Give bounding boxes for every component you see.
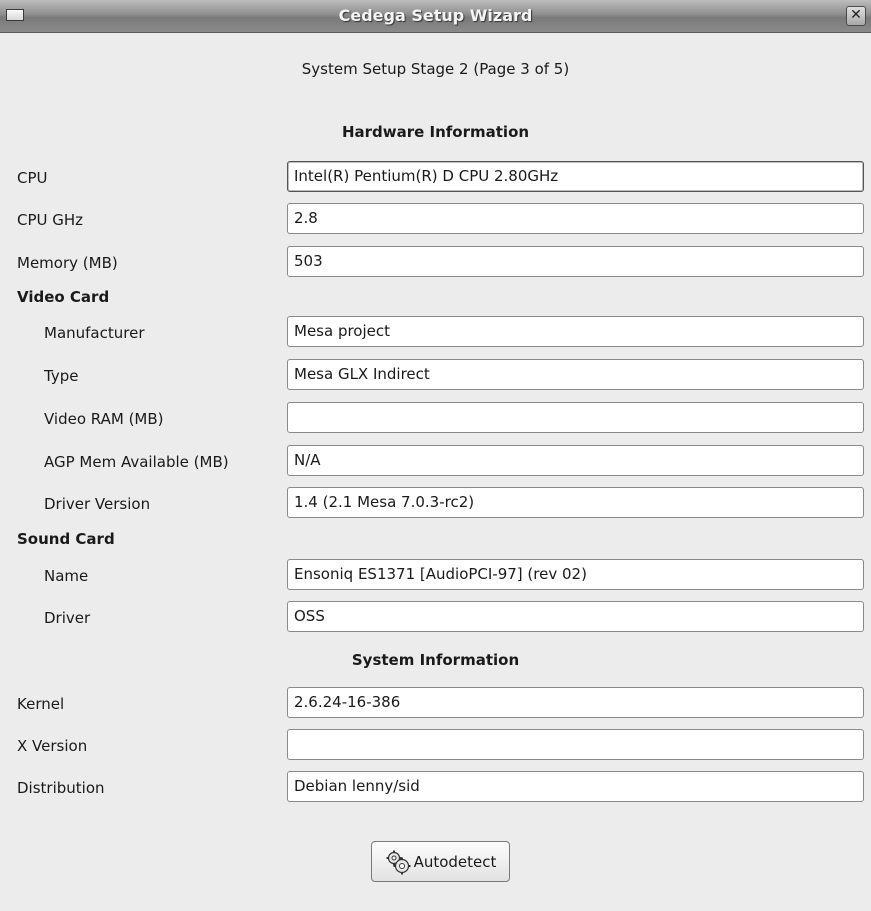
agp-mem-label: AGP Mem Available (MB) bbox=[44, 453, 229, 471]
memory-label: Memory (MB) bbox=[17, 254, 118, 272]
video-ram-label: Video RAM (MB) bbox=[44, 410, 164, 428]
x-version-field[interactable] bbox=[287, 729, 864, 760]
stage-indicator: System Setup Stage 2 (Page 3 of 5) bbox=[301, 60, 570, 78]
sound-name-label: Name bbox=[44, 567, 89, 585]
cpu-label: CPU bbox=[17, 169, 48, 187]
manufacturer-field[interactable]: Mesa project bbox=[287, 316, 864, 347]
sound-driver-field[interactable]: OSS bbox=[287, 601, 864, 632]
cpu-ghz-field[interactable]: 2.8 bbox=[287, 203, 864, 234]
cpu-ghz-label: CPU GHz bbox=[17, 211, 84, 229]
system-heading: System Information bbox=[351, 651, 520, 669]
driver-version-label: Driver Version bbox=[44, 495, 151, 513]
driver-version-field[interactable]: 1.4 (2.1 Mesa 7.0.3-rc2) bbox=[287, 487, 864, 518]
gears-icon bbox=[385, 849, 411, 875]
hardware-heading: Hardware Information bbox=[341, 123, 530, 141]
title-bar: Cedega Setup Wizard ✕ bbox=[0, 0, 871, 33]
distribution-field[interactable]: Debian lenny/sid bbox=[287, 771, 864, 802]
manufacturer-label: Manufacturer bbox=[44, 324, 145, 342]
agp-mem-field[interactable]: N/A bbox=[287, 445, 864, 476]
autodetect-button[interactable]: Autodetect bbox=[371, 841, 510, 882]
kernel-label: Kernel bbox=[17, 695, 65, 713]
window-title: Cedega Setup Wizard bbox=[338, 6, 533, 25]
video-card-heading: Video Card bbox=[17, 288, 110, 306]
close-icon[interactable]: ✕ bbox=[846, 6, 866, 26]
sound-card-heading: Sound Card bbox=[17, 530, 115, 548]
x-version-label: X Version bbox=[17, 737, 88, 755]
video-ram-field[interactable] bbox=[287, 402, 864, 433]
cpu-field[interactable]: Intel(R) Pentium(R) D CPU 2.80GHz bbox=[287, 161, 864, 192]
sound-name-field[interactable]: Ensoniq ES1371 [AudioPCI-97] (rev 02) bbox=[287, 559, 864, 590]
memory-field[interactable]: 503 bbox=[287, 246, 864, 277]
kernel-field[interactable]: 2.6.24-16-386 bbox=[287, 687, 864, 718]
distribution-label: Distribution bbox=[17, 779, 105, 797]
type-field[interactable]: Mesa GLX Indirect bbox=[287, 359, 864, 390]
sound-driver-label: Driver bbox=[44, 609, 91, 627]
type-label: Type bbox=[44, 367, 79, 385]
autodetect-label: Autodetect bbox=[413, 852, 497, 871]
